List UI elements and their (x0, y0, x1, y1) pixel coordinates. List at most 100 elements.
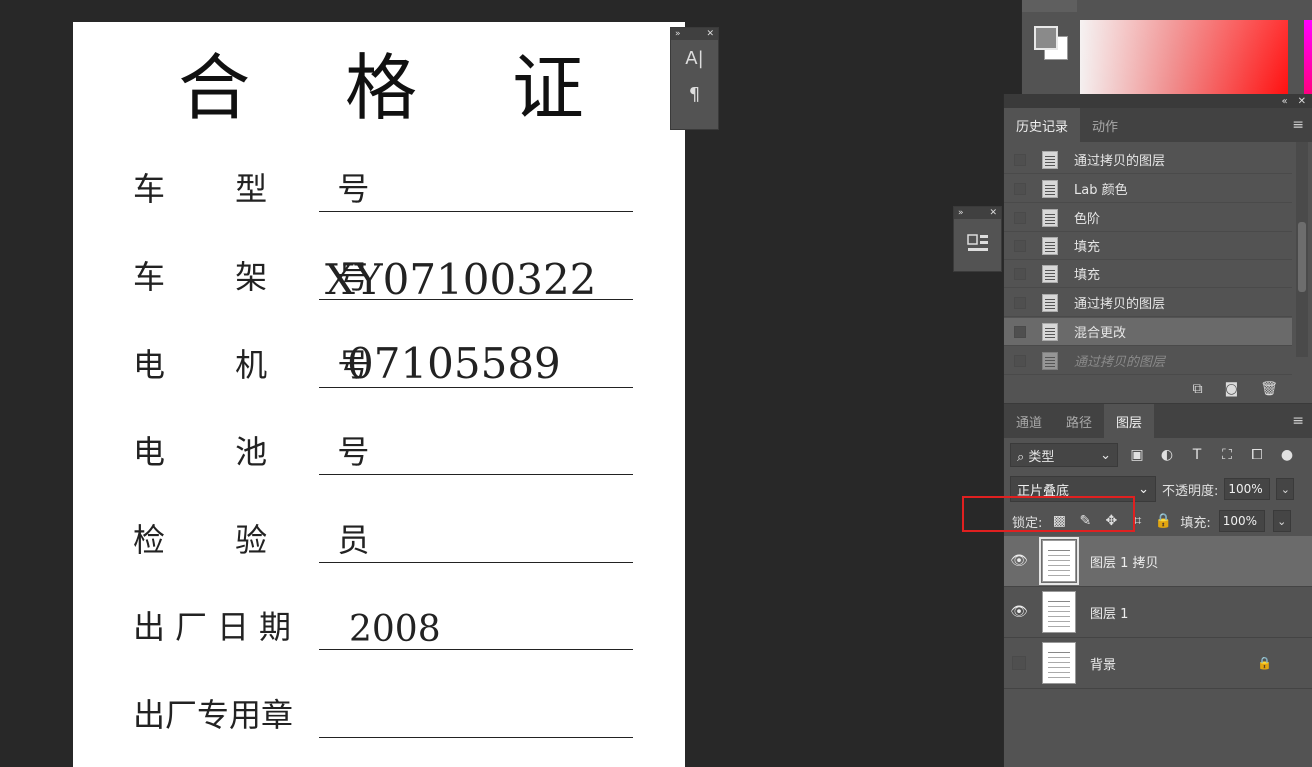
lock-all-icon[interactable]: 🔒 (1154, 513, 1172, 529)
history-doc-icon (1042, 208, 1058, 227)
history-item-label: 填充 (1074, 240, 1101, 255)
hue-slider[interactable] (1304, 20, 1312, 94)
history-item-selected[interactable]: 混合更改 (1004, 318, 1292, 346)
lock-artboard-icon[interactable]: ⌗ (1128, 513, 1146, 529)
mini-palette-header[interactable]: » ✕ (671, 28, 718, 40)
tab-history[interactable]: 历史记录 (1004, 108, 1081, 142)
panel-menu-icon[interactable]: ≡ (1292, 108, 1304, 142)
layers-tabbar: 通道 路径 图层 ≡ (1004, 404, 1312, 438)
trash-icon[interactable]: 🗑 (1260, 381, 1278, 397)
history-item-label: Lab 颜色 (1074, 183, 1128, 198)
field-underline (319, 210, 633, 212)
visibility-toggle[interactable] (1012, 656, 1026, 670)
history-item[interactable]: 通过拷贝的图层 (1004, 146, 1292, 174)
layer-name[interactable]: 图层 1 拷贝 (1090, 552, 1159, 571)
paragraph-panel-icon[interactable]: ¶ (671, 76, 718, 112)
kind-filter-label: 类型 (1028, 449, 1055, 465)
blend-mode-value: 正片叠底 (1017, 483, 1070, 499)
character-panel-icon[interactable]: A| (671, 40, 718, 76)
filter-toggle-icon[interactable]: ● (1276, 447, 1298, 463)
layer-row[interactable]: 背景 🔒 (1004, 638, 1312, 689)
history-item[interactable]: Lab 颜色 (1004, 175, 1292, 203)
history-item[interactable]: 填充 (1004, 232, 1292, 260)
field-label: 车 型 号 (133, 170, 400, 208)
expand-icon[interactable]: » (958, 208, 964, 218)
tab-actions[interactable]: 动作 (1080, 108, 1130, 142)
close-icon[interactable]: ✕ (989, 208, 997, 218)
adjustment-filter-icon[interactable]: ◐ (1156, 447, 1178, 463)
snapshot-checkbox[interactable] (1014, 239, 1026, 252)
color-panel (1021, 0, 1312, 94)
history-tabbar: 历史记录 动作 ≡ (1004, 108, 1312, 142)
history-footer: ⧉ ◙ 🗑 (1004, 374, 1312, 404)
history-scroll-thumb[interactable] (1298, 222, 1306, 292)
opacity-dropdown-icon[interactable]: ⌄ (1276, 478, 1295, 500)
field-underline (319, 473, 633, 475)
blend-mode-select[interactable]: 正片叠底 ⌄ (1010, 476, 1156, 502)
field-row-model: 车 型 号 (133, 162, 633, 222)
eye-icon[interactable]: 👁 (1004, 553, 1034, 569)
new-document-from-state-icon[interactable]: ⧉ (1193, 381, 1203, 397)
opacity-input[interactable]: 100% (1224, 478, 1271, 500)
history-doc-icon (1042, 351, 1058, 370)
history-item-label: 混合更改 (1074, 326, 1127, 341)
foreground-color-swatch[interactable] (1034, 26, 1058, 50)
history-item-label: 通过拷贝的图层 (1074, 297, 1166, 312)
type-filter-icon[interactable]: T (1186, 447, 1208, 463)
pixel-layer-filter-icon[interactable]: ▣ (1126, 447, 1148, 463)
field-row-date: 出厂日期 2008 (133, 600, 633, 660)
field-row-motor-number: 电 机 号 07105589 (133, 338, 633, 398)
color-spectrum[interactable] (1080, 20, 1288, 94)
snapshot-checkbox[interactable] (1014, 354, 1026, 367)
snapshot-checkbox[interactable] (1014, 267, 1026, 280)
eye-icon[interactable]: 👁 (1004, 604, 1034, 620)
snapshot-checkbox[interactable] (1014, 182, 1026, 195)
snapshot-checkbox[interactable] (1014, 325, 1026, 338)
opacity-label: 不透明度: (1162, 483, 1219, 499)
history-item-undone[interactable]: 通过拷贝的图层 (1004, 347, 1292, 375)
document-canvas[interactable]: 合 格 证 车 型 号 车 架 号 XY07100322 电 机 号 07105… (73, 22, 685, 767)
layer-name[interactable]: 背景 (1090, 654, 1116, 673)
layer-thumbnail[interactable] (1042, 591, 1076, 633)
expand-icon[interactable]: » (675, 29, 681, 39)
history-form-icon (1042, 264, 1058, 283)
layer-row-selected[interactable]: 👁 图层 1 拷贝 (1004, 536, 1312, 587)
layer-thumbnail[interactable] (1039, 537, 1079, 585)
history-item[interactable]: 通过拷贝的图层 (1004, 289, 1292, 317)
close-icon[interactable]: ✕ (1298, 96, 1306, 107)
history-doc-icon (1042, 150, 1058, 169)
layer-kind-filter[interactable]: ⌕ 类型 ⌄ (1010, 443, 1118, 467)
shape-filter-icon[interactable]: ⛶ (1216, 447, 1238, 463)
history-item-label: 通过拷贝的图层 (1074, 154, 1166, 169)
lock-transparency-icon[interactable]: ▩ (1050, 513, 1068, 529)
field-row-stamp: 出厂专用章 (133, 688, 633, 748)
snapshot-checkbox[interactable] (1014, 153, 1026, 166)
snapshot-checkbox[interactable] (1014, 211, 1026, 224)
lock-position-icon[interactable]: ✥ (1102, 513, 1120, 529)
history-item[interactable]: 色阶 (1004, 204, 1292, 232)
layer-row[interactable]: 👁 图层 1 (1004, 587, 1312, 638)
certificate-title: 合 格 证 (178, 46, 620, 130)
snapshot-checkbox[interactable] (1014, 296, 1026, 309)
tab-layers[interactable]: 图层 (1104, 404, 1155, 438)
tab-channels[interactable]: 通道 (1004, 404, 1054, 438)
chevron-down-icon: ⌄ (1100, 447, 1111, 463)
camera-snapshot-icon[interactable]: ◙ (1225, 381, 1239, 397)
color-panel-tab[interactable] (1022, 0, 1077, 12)
mini-palette-header[interactable]: » ✕ (954, 207, 1001, 219)
smart-object-filter-icon[interactable]: ⧠ (1246, 447, 1268, 463)
lock-brush-icon[interactable]: ✎ (1076, 513, 1094, 529)
properties-panel-icon[interactable] (954, 219, 1001, 267)
history-item[interactable]: 填充 (1004, 260, 1292, 288)
collapse-icon[interactable]: « (1281, 96, 1287, 107)
layer-filter-row: ⌕ 类型 ⌄ ▣ ◐ T ⛶ ⧠ ● (1004, 438, 1312, 472)
fill-input[interactable]: 100% (1218, 510, 1265, 532)
close-icon[interactable]: ✕ (706, 29, 714, 39)
panel-menu-icon[interactable]: ≡ (1292, 404, 1304, 438)
history-item-label: 色阶 (1074, 212, 1101, 227)
fill-dropdown-icon[interactable]: ⌄ (1272, 510, 1291, 532)
layer-thumbnail[interactable] (1042, 642, 1076, 684)
tab-paths[interactable]: 路径 (1054, 404, 1104, 438)
layer-name[interactable]: 图层 1 (1090, 603, 1128, 622)
properties-mini-palette: » ✕ (953, 206, 1002, 272)
